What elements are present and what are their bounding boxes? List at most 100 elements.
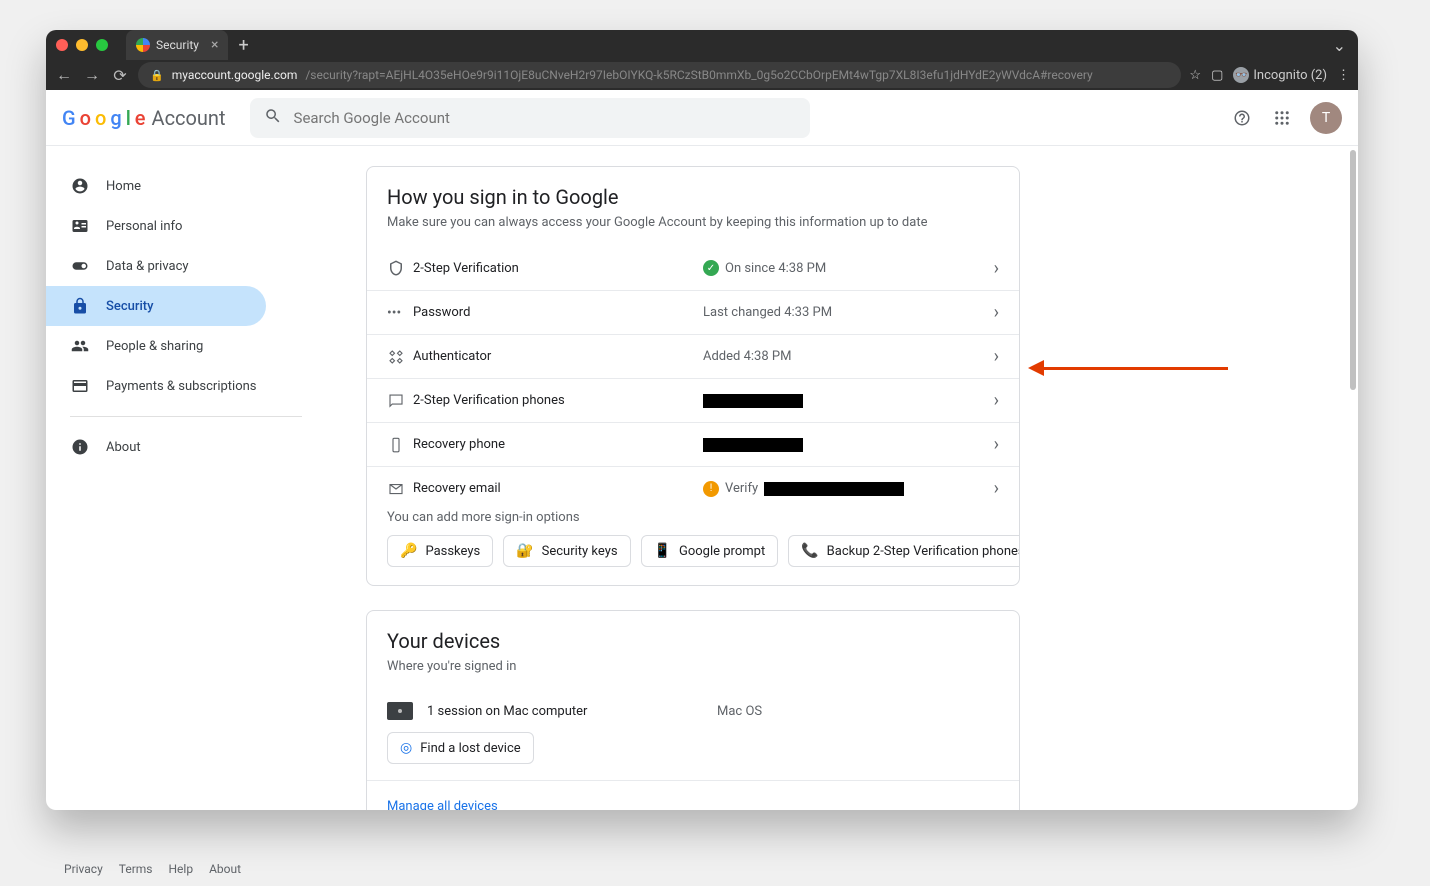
manage-devices-link[interactable]: Manage all devices [367,781,1019,810]
authenticator-icon [387,348,413,366]
forward-button[interactable]: → [82,65,102,85]
add-more-note: You can add more sign-in options [367,510,1019,525]
phone-icon [387,436,413,454]
kebab-menu-icon[interactable]: ⋮ [1337,68,1350,83]
chip-google-prompt[interactable]: 📱Google prompt [641,535,779,567]
close-tab-icon[interactable]: × [211,37,218,53]
row-label: Recovery phone [413,437,703,452]
address-bar[interactable]: 🔒 myaccount.google.com/security?rapt=AEj… [138,62,1181,88]
sidebar-item-security[interactable]: Security [46,286,266,326]
row-label: Password [413,305,703,320]
sidebar-item-payments[interactable]: Payments & subscriptions [46,366,266,406]
key-icon: 🔐 [516,543,533,559]
lock-icon [70,297,90,315]
search-box[interactable] [250,98,810,138]
chip-backup-phones[interactable]: 📞Backup 2-Step Verification phones [788,535,1019,567]
device-os-text: Mac OS [717,704,762,719]
row-2sv-phones[interactable]: 2-Step Verification phones › [367,378,1019,422]
shield-icon [387,259,413,277]
incognito-icon: 👓 [1233,67,1249,83]
people-icon [70,337,90,355]
minimize-window-icon[interactable] [76,39,88,51]
phone-icon: 📱 [654,543,671,559]
avatar[interactable]: T [1310,102,1342,134]
browser-tab[interactable]: Security × [126,30,228,60]
chip-passkeys[interactable]: 🔑Passkeys [387,535,493,567]
traffic-lights [56,39,108,51]
warning-icon: ! [703,481,719,497]
search-icon [264,107,282,129]
apps-grid-icon[interactable] [1270,106,1294,130]
sidebar-item-data-privacy[interactable]: Data & privacy [46,246,266,286]
phone-plus-icon: 📞 [801,543,818,559]
sidebar-item-people-sharing[interactable]: People & sharing [46,326,266,366]
laptop-icon [387,702,413,720]
sidebar-item-home[interactable]: Home [46,166,266,206]
google-account-logo[interactable]: Google Account [62,106,226,130]
chip-security-keys[interactable]: 🔐Security keys [503,535,630,567]
help-icon[interactable] [1230,106,1254,130]
row-label: Recovery email [413,481,703,496]
footer-terms[interactable]: Terms [119,862,153,876]
sidebar-item-label: Personal info [106,219,182,234]
home-icon [70,177,90,195]
row-authenticator[interactable]: Authenticator Added 4:38 PM › [367,334,1019,378]
row-status: ✓On since 4:38 PM [703,260,994,276]
sidebar-item-label: About [106,440,141,455]
incognito-label: Incognito (2) [1253,68,1327,83]
row-recovery-email[interactable]: Recovery email !Verify › [367,466,1019,510]
redacted-value [764,482,904,496]
footer-privacy[interactable]: Privacy [64,862,103,876]
incognito-indicator[interactable]: 👓 Incognito (2) [1233,67,1327,83]
toolbar-row: ← → ⟳ 🔒 myaccount.google.com/security?ra… [46,60,1358,90]
signin-card-title: How you sign in to Google [387,185,999,209]
footer-help[interactable]: Help [169,862,194,876]
devices-subtitle: Where you're signed in [387,659,999,674]
sidebar-item-label: Home [106,179,141,194]
sidebar: Home Personal info Data & privacy Securi… [46,146,326,810]
redacted-value [703,438,803,452]
row-recovery-phone[interactable]: Recovery phone › [367,422,1019,466]
check-icon: ✓ [703,260,719,276]
row-status: Added 4:38 PM [703,349,994,364]
back-button[interactable]: ← [54,65,74,85]
panel-icon[interactable]: ▢ [1211,68,1223,83]
device-session-row[interactable]: 1 session on Mac computer Mac OS [367,690,1019,732]
tab-title: Security [156,38,199,52]
search-input[interactable] [294,109,796,127]
row-label: 2-Step Verification phones [413,393,703,408]
row-status: Last changed 4:33 PM [703,305,994,320]
new-tab-button[interactable]: + [238,35,248,56]
tab-bar: Security × + ⌄ [46,30,1358,60]
browser-window: Security × + ⌄ ← → ⟳ 🔒 myaccount.google.… [46,30,1358,810]
find-device-button[interactable]: ◎Find a lost device [387,732,534,764]
footer-about[interactable]: About [209,862,241,876]
tabs-dropdown-icon[interactable]: ⌄ [1333,36,1346,55]
app-header: Google Account T [46,90,1358,146]
scrollbar[interactable] [1350,150,1356,390]
chevron-right-icon: › [994,258,999,279]
row-label: Authenticator [413,349,703,364]
sidebar-item-label: Data & privacy [106,259,189,274]
maximize-window-icon[interactable] [96,39,108,51]
id-card-icon [70,217,90,235]
chevron-right-icon: › [994,390,999,411]
main-body: Home Personal info Data & privacy Securi… [46,146,1358,810]
star-icon[interactable]: ☆ [1189,68,1201,83]
logo-product-label: Account [152,106,226,130]
passkey-icon: 🔑 [400,543,417,559]
close-window-icon[interactable] [56,39,68,51]
mail-icon [387,480,413,498]
lock-icon: 🔒 [150,69,164,82]
row-password[interactable]: ••• Password Last changed 4:33 PM › [367,290,1019,334]
sidebar-item-about[interactable]: About [46,427,266,467]
row-2sv[interactable]: 2-Step Verification ✓On since 4:38 PM › [367,246,1019,290]
devices-title: Your devices [387,629,999,653]
reload-button[interactable]: ⟳ [110,66,130,85]
sidebar-item-personal-info[interactable]: Personal info [46,206,266,246]
sidebar-divider [70,416,302,417]
signin-chips: 🔑Passkeys 🔐Security keys 📱Google prompt … [367,525,1019,585]
row-status [703,394,994,408]
sidebar-item-label: Security [106,299,153,314]
footer-links: Privacy Terms Help About [64,862,241,876]
